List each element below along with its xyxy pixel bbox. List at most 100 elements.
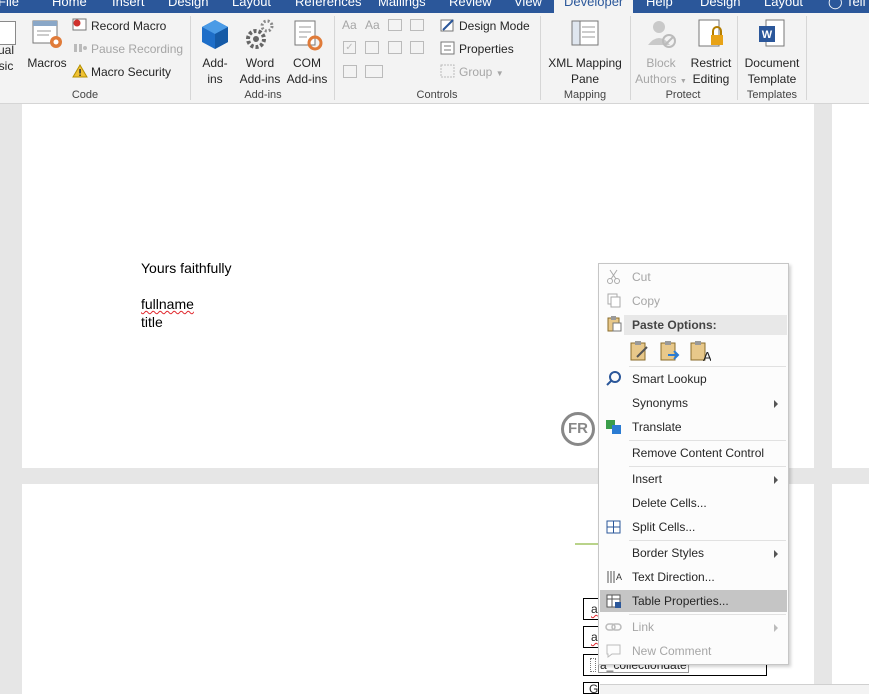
- tab-references[interactable]: References: [295, 0, 361, 9]
- tab-design[interactable]: Design: [168, 0, 208, 9]
- menu-item-link[interactable]: Link: [600, 616, 787, 638]
- menu-item-delete-cells[interactable]: Delete Cells...: [600, 492, 787, 514]
- menu-item-new-comment[interactable]: New Comment: [600, 640, 787, 662]
- record-macro-label: Record Macro: [91, 19, 167, 33]
- text-direction-icon: A: [605, 569, 623, 585]
- menu-item-table-properties[interactable]: Table Properties...: [600, 590, 787, 612]
- tab-table-layout[interactable]: Layout: [764, 0, 803, 9]
- tab-help[interactable]: Help: [646, 0, 673, 9]
- block-authors-button[interactable]: Block Authors ▼: [634, 17, 688, 90]
- tab-file[interactable]: File: [0, 0, 19, 9]
- legacy-tools-icon[interactable]: [365, 65, 383, 78]
- macros-button[interactable]: Macros: [26, 17, 68, 71]
- menu-item-label: Delete Cells...: [632, 496, 707, 510]
- menu-item-copy[interactable]: Copy: [600, 290, 787, 312]
- paste-merge-formatting-icon[interactable]: [659, 339, 681, 363]
- tab-tell-me[interactable]: ◯ Tell: [828, 0, 865, 10]
- mini-toolbar[interactable]: [600, 684, 869, 694]
- title-field[interactable]: title: [141, 314, 163, 330]
- macro-security-button[interactable]: Macro Security: [72, 62, 171, 82]
- menu-item-smart-lookup[interactable]: Smart Lookup: [600, 368, 787, 390]
- paste-keep-source-formatting-icon[interactable]: [629, 339, 651, 363]
- combo-box-control-icon[interactable]: [365, 41, 379, 54]
- record-macro-button[interactable]: Record Macro: [72, 16, 166, 36]
- tab-mailings[interactable]: Mailings: [378, 0, 426, 9]
- addins-label-2: ins: [207, 72, 223, 86]
- group-label-addins: Add-ins: [244, 89, 282, 101]
- tab-layout[interactable]: Layout: [232, 0, 271, 9]
- tab-developer[interactable]: Developer: [554, 0, 634, 13]
- closing-text[interactable]: Yours faithfully: [141, 260, 232, 276]
- word-document-icon: W: [756, 17, 788, 53]
- addins-label-1: Add-: [202, 56, 228, 70]
- block-authors-label-2: Authors: [635, 72, 677, 86]
- macros-icon: [31, 17, 63, 53]
- tab-insert[interactable]: Insert: [112, 0, 145, 9]
- repeating-section-control-icon[interactable]: [343, 65, 357, 78]
- menu-item-synonyms[interactable]: Synonyms: [600, 392, 787, 414]
- tab-table-design[interactable]: Design: [700, 0, 740, 9]
- menu-item-border-styles[interactable]: Border Styles: [600, 542, 787, 564]
- svg-text:W: W: [762, 29, 773, 41]
- xml-mapping-icon: [569, 17, 601, 53]
- menu-item-translate[interactable]: Translate: [600, 416, 787, 438]
- content-control-handle-icon[interactable]: [590, 658, 596, 672]
- fr-badge-icon[interactable]: FR: [561, 412, 595, 446]
- table-cell[interactable]: a: [583, 626, 599, 648]
- translate-icon: [605, 419, 623, 435]
- menu-item-cut[interactable]: Cut: [600, 266, 787, 288]
- fullname-field[interactable]: fullname: [141, 296, 194, 312]
- picture-control-icon[interactable]: [388, 19, 402, 31]
- dropdown-control-icon[interactable]: [388, 41, 402, 54]
- block-authors-label-1: Block: [646, 56, 676, 70]
- menu-item-insert[interactable]: Insert: [600, 468, 787, 490]
- macro-security-label: Macro Security: [91, 65, 172, 79]
- restrict-editing-button[interactable]: Restrict Editing: [688, 17, 734, 87]
- menu-separator: [629, 466, 786, 467]
- ribbon-developer: sual asic Macros Record Macro Pause Reco…: [0, 13, 869, 104]
- menu-item-label: Text Direction...: [632, 570, 715, 584]
- plain-text-control-icon[interactable]: Aa: [365, 18, 380, 32]
- macros-label: Macros: [27, 56, 67, 70]
- menu-item-label: Split Cells...: [632, 520, 696, 534]
- group-separator: [190, 16, 191, 100]
- menu-separator: [629, 440, 786, 441]
- paste-text-only-icon[interactable]: A: [689, 339, 712, 364]
- pause-recording-label: Pause Recording: [91, 42, 184, 56]
- menu-item-remove-content-control[interactable]: Remove Content Control: [600, 442, 787, 464]
- menu-separator: [629, 614, 786, 615]
- table-cell[interactable]: a: [583, 598, 599, 620]
- table-cell-text: a: [591, 630, 598, 644]
- menu-item-label: New Comment: [632, 644, 712, 658]
- xml-mapping-pane-button[interactable]: XML Mapping Pane: [545, 17, 625, 87]
- pause-recording-button[interactable]: Pause Recording: [72, 39, 183, 59]
- table-cell[interactable]: G: [583, 682, 599, 694]
- rich-text-control-icon[interactable]: Aa: [342, 18, 357, 32]
- gears-icon: [244, 17, 276, 53]
- visual-basic-button[interactable]: sual asic: [0, 42, 22, 74]
- menu-item-label: Border Styles: [632, 546, 705, 560]
- document-page-side: [832, 104, 869, 468]
- design-mode-button[interactable]: Design Mode: [440, 16, 530, 36]
- building-block-control-icon[interactable]: [410, 19, 424, 31]
- menu-item-label: Link: [632, 620, 655, 634]
- tab-view[interactable]: View: [514, 0, 542, 9]
- date-picker-control-icon[interactable]: [410, 41, 424, 54]
- document-template-button[interactable]: W Document Template: [740, 17, 804, 87]
- addins-button[interactable]: Add- ins: [196, 17, 234, 87]
- tab-home[interactable]: Home: [52, 0, 87, 9]
- tab-review[interactable]: Review: [449, 0, 492, 9]
- menu-item-text-direction[interactable]: A Text Direction...: [600, 566, 787, 588]
- menu-item-split-cells[interactable]: Split Cells...: [600, 516, 787, 538]
- design-mode-label: Design Mode: [459, 19, 530, 33]
- group-button[interactable]: Group ▼: [440, 62, 504, 82]
- document-page-side: [832, 484, 869, 694]
- menu-item-label: Smart Lookup: [632, 372, 707, 386]
- group-label-controls: Controls: [416, 89, 458, 101]
- word-addins-button[interactable]: Word Add-ins: [237, 17, 283, 87]
- properties-button[interactable]: Properties: [440, 39, 514, 59]
- restrict-editing-label-2: Editing: [692, 72, 730, 86]
- design-mode-icon: [440, 18, 456, 32]
- checkbox-control-icon[interactable]: ✓: [343, 41, 356, 54]
- com-addins-button[interactable]: COM Add-ins: [284, 17, 330, 87]
